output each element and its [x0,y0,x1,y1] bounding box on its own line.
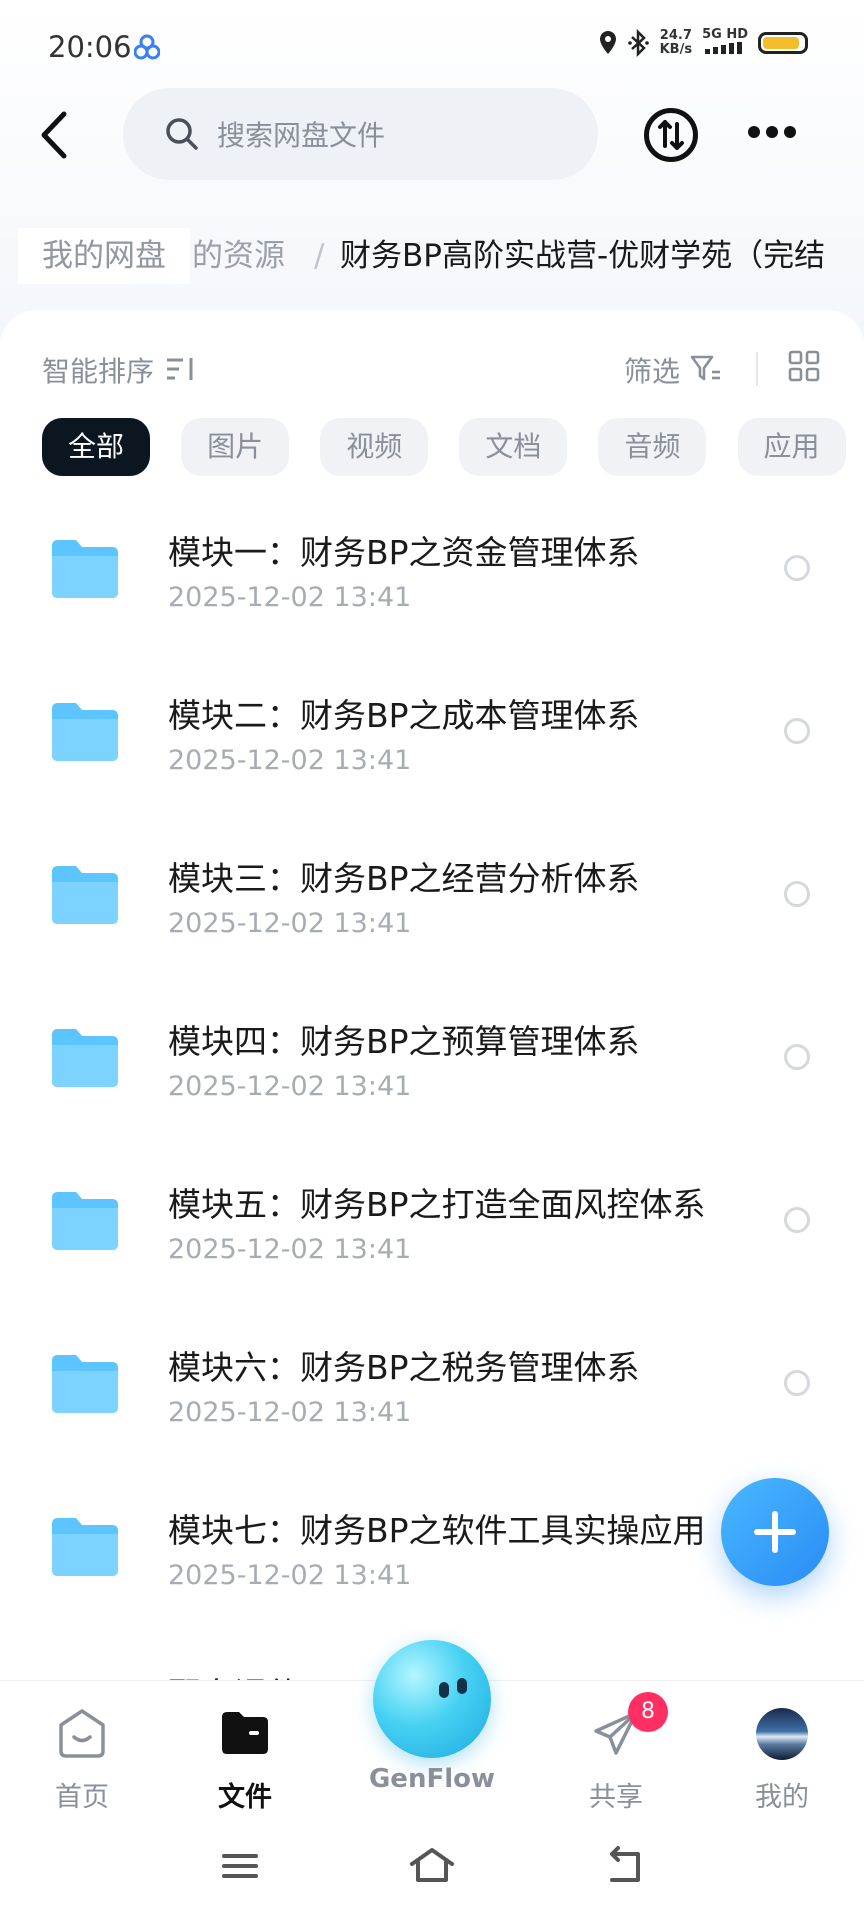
folder-icon [52,1518,118,1576]
signal-icon [705,42,743,54]
sort-button[interactable]: 智能排序 [42,350,154,390]
file-list-panel: 智能排序 筛选 全部 图片 视频 文档 音频 应用 模块一：财务BP之资金管理体… [0,310,864,1690]
search-placeholder: 搜索网盘文件 [217,119,386,152]
nav-home[interactable]: 首页 [22,1707,142,1817]
file-date: 2025-12-02 13:41 [168,745,412,776]
transfer-icon [658,120,684,150]
nav-mine-label: 我的 [755,1782,809,1813]
category-chips: 全部 图片 视频 文档 音频 应用 [42,418,864,476]
folder-nav-icon [222,1712,268,1754]
file-date: 2025-12-02 13:41 [168,582,412,613]
nav-genflow-label[interactable]: GenFlow [342,1764,522,1794]
filter-icon[interactable] [690,354,722,384]
app-notification-icon [134,34,160,60]
file-name: 模块四：财务BP之预算管理体系 [168,1022,640,1061]
avatar[interactable] [756,1708,808,1760]
chip-documents[interactable]: 文档 [459,418,568,476]
select-checkbox[interactable] [784,1207,810,1233]
file-name: 模块一：财务BP之资金管理体系 [168,533,640,572]
chip-apps[interactable]: 应用 [737,418,846,476]
transfer-button[interactable] [644,108,698,162]
status-indicators: 24.7 KB/s 5G HD [598,28,808,58]
more-dot-icon [784,126,796,138]
genflow-mascot[interactable] [373,1640,491,1758]
select-checkbox[interactable] [784,881,810,907]
net-speed-value: 24.7 [659,28,692,43]
chip-images[interactable]: 图片 [181,418,290,476]
menu-icon[interactable] [216,1842,264,1890]
breadcrumb-root[interactable]: 我的网盘 [18,228,190,284]
back-arrow-icon[interactable] [34,110,74,160]
net-speed-unit: KB/s [659,42,693,57]
file-date: 2025-12-02 13:41 [168,908,412,939]
select-checkbox[interactable] [784,1370,810,1396]
more-options-button[interactable] [748,126,796,142]
folder-icon [52,866,118,924]
search-icon [166,118,198,150]
chip-all[interactable]: 全部 [42,418,151,476]
select-checkbox[interactable] [784,1044,810,1070]
location-icon [599,31,616,54]
breadcrumb-separator: / [314,238,325,274]
list-item[interactable]: 模块四：财务BP之预算管理体系 2025-12-02 13:41 [0,999,864,1162]
folder-icon [52,1355,118,1413]
share-badge: 8 [628,1692,668,1732]
filter-button[interactable]: 筛选 [624,350,680,390]
grid-view-icon[interactable] [788,350,820,382]
folder-icon [52,540,118,598]
toolbar-divider [756,352,758,386]
breadcrumb-current: 财务BP高阶实战营-优财学苑（完结 [340,238,826,274]
more-dot-icon [766,126,778,138]
mascot-eye [457,1678,467,1694]
home-system-icon[interactable] [408,1842,456,1890]
file-date: 2025-12-02 13:41 [168,1071,412,1102]
file-name: 模块二：财务BP之成本管理体系 [168,696,640,735]
home-icon [59,1709,105,1758]
chip-videos[interactable]: 视频 [320,418,429,476]
sort-filter-bar: 智能排序 筛选 [0,340,864,400]
select-checkbox[interactable] [784,555,810,581]
list-item[interactable]: 模块六：财务BP之税务管理体系 2025-12-02 13:41 [0,1325,864,1488]
file-list: 模块一：财务BP之资金管理体系 2025-12-02 13:41 模块二：财务B… [0,510,864,1651]
folder-icon [52,1029,118,1087]
folder-icon [52,703,118,761]
network-indicator: 5G HD [702,28,748,58]
nav-home-label: 首页 [55,1782,109,1813]
nav-share-label: 共享 [589,1782,643,1813]
network-label: 5G HD [702,27,748,42]
status-time: 20:06 [48,30,132,64]
back-system-icon[interactable] [600,1842,648,1890]
file-date: 2025-12-02 13:41 [168,1234,412,1265]
status-bar: 20:06 24.7 KB/s 5G HD [0,0,864,96]
more-dot-icon [748,126,760,138]
battery-icon [758,32,808,54]
search-input[interactable]: 搜索网盘文件 [123,88,598,180]
nav-files[interactable]: 文件 [185,1707,305,1817]
file-date: 2025-12-02 13:41 [168,1397,412,1428]
list-item[interactable]: 模块五：财务BP之打造全面风控体系 2025-12-02 13:41 [0,1162,864,1325]
file-name: 模块七：财务BP之软件工具实操应用 [168,1511,706,1550]
file-name: 模块五：财务BP之打造全面风控体系 [168,1185,706,1224]
system-navigation-bar [0,1820,864,1920]
add-button[interactable] [721,1478,829,1586]
breadcrumb-middle[interactable]: 的资源 [192,228,285,284]
breadcrumb: 的资源 / 财务BP高阶实战营-优财学苑（完结 我的网盘 [0,228,864,284]
bluetooth-icon [627,29,649,57]
nav-files-label: 文件 [218,1782,272,1813]
chip-audio[interactable]: 音频 [598,418,707,476]
file-date: 2025-12-02 13:41 [168,1560,412,1591]
folder-icon [52,1192,118,1250]
list-item[interactable]: 模块一：财务BP之资金管理体系 2025-12-02 13:41 [0,510,864,673]
file-name: 模块三：财务BP之经营分析体系 [168,859,640,898]
net-speed: 24.7 KB/s [660,29,692,57]
file-name: 模块六：财务BP之税务管理体系 [168,1348,640,1387]
select-checkbox[interactable] [784,718,810,744]
list-item[interactable]: 模块二：财务BP之成本管理体系 2025-12-02 13:41 [0,673,864,836]
list-item[interactable]: 模块三：财务BP之经营分析体系 2025-12-02 13:41 [0,836,864,999]
sort-icon[interactable] [165,354,199,384]
mascot-eye [439,1682,449,1698]
